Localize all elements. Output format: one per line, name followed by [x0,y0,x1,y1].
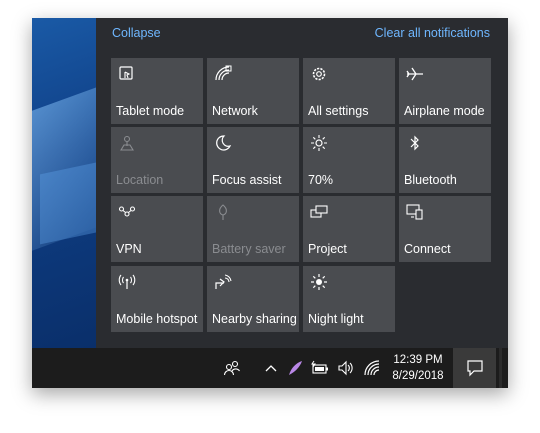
quick-action-bluetooth[interactable]: Bluetooth [399,127,491,193]
tile-label: Night light [308,312,364,326]
quick-action-brightness[interactable]: 70% [303,127,395,193]
quick-action-focus-assist[interactable]: Focus assist [207,127,299,193]
brightness-icon [311,135,327,151]
quick-action-all-settings[interactable]: All settings [303,58,395,124]
quick-action-connect[interactable]: Connect [399,196,491,262]
tile-label: Nearby sharing [212,312,297,326]
connect-icon [406,204,423,220]
tile-label: VPN [116,242,142,256]
tile-label: Network [212,104,258,118]
clock-date: 8/29/2018 [392,370,444,382]
people-button[interactable] [218,348,246,388]
tablet-mode-icon [119,66,133,80]
night-light-icon [311,274,327,290]
network-icon [215,65,232,81]
wallpaper-window-pane [40,161,96,245]
tile-label: Mobile hotspot [116,312,198,326]
show-hidden-icons-button[interactable] [260,348,282,388]
location-icon [120,135,134,151]
action-center-header: Collapse Clear all notifications [96,18,508,58]
tile-label: Tablet mode [116,104,185,118]
tile-label: Focus assist [212,173,282,187]
clock[interactable]: 12:39 PM 8/29/2018 [383,352,453,384]
volume-button[interactable] [334,348,358,388]
battery-button[interactable] [308,348,332,388]
action-center-button[interactable] [453,348,496,388]
quick-action-nearby-sharing[interactable]: Nearby sharing [207,266,299,332]
airplane-icon [406,67,423,81]
notification-icon [466,360,483,377]
screenshot-frame: Collapse Clear all notifications Tablet … [32,18,508,388]
quick-action-mobile-hotspot[interactable]: Mobile hotspot [111,266,203,332]
taskbar: 12:39 PM 8/29/2018 [32,348,508,388]
feather-pen-icon [289,361,302,375]
quick-action-airplane-mode[interactable]: Airplane mode [399,58,491,124]
battery-saver-icon [219,204,227,220]
tile-label: 70% [308,173,334,187]
collapse-link[interactable]: Collapse [112,26,161,40]
network-tray-button[interactable] [360,348,384,388]
desktop-background [32,18,96,348]
tile-label: Battery saver [212,242,286,256]
moon-icon [216,135,232,151]
nearby-sharing-icon [215,274,232,289]
chevron-up-icon [265,365,277,372]
people-icon [223,360,240,376]
quick-action-night-light[interactable]: Night light [303,266,395,332]
pen-tray-button[interactable] [284,348,306,388]
quick-action-tablet-mode[interactable]: Tablet mode [111,58,203,124]
battery-charging-icon [311,360,328,374]
quick-action-location[interactable]: Location [111,127,203,193]
project-icon [310,205,328,218]
tile-label: Airplane mode [404,104,485,118]
clock-time: 12:39 PM [393,354,443,366]
tile-label: Connect [404,242,451,256]
action-center-panel: Collapse Clear all notifications Tablet … [96,18,508,348]
vpn-icon [118,206,136,217]
taskbar-edge [499,348,502,388]
clear-all-notifications-link[interactable]: Clear all notifications [375,26,490,40]
quick-action-network[interactable]: Network [207,58,299,124]
quick-action-battery-saver[interactable]: Battery saver [207,196,299,262]
quick-action-vpn[interactable]: VPN [111,196,203,262]
quick-action-project[interactable]: Project [303,196,395,262]
gear-icon [312,67,326,81]
tile-label: Project [308,242,347,256]
tile-label: Bluetooth [404,173,457,187]
tile-label: Location [116,173,164,187]
hotspot-icon [118,274,136,289]
speaker-icon [338,360,353,376]
wifi-icon [364,360,380,376]
tile-label: All settings [308,104,369,118]
bluetooth-icon [410,135,419,151]
